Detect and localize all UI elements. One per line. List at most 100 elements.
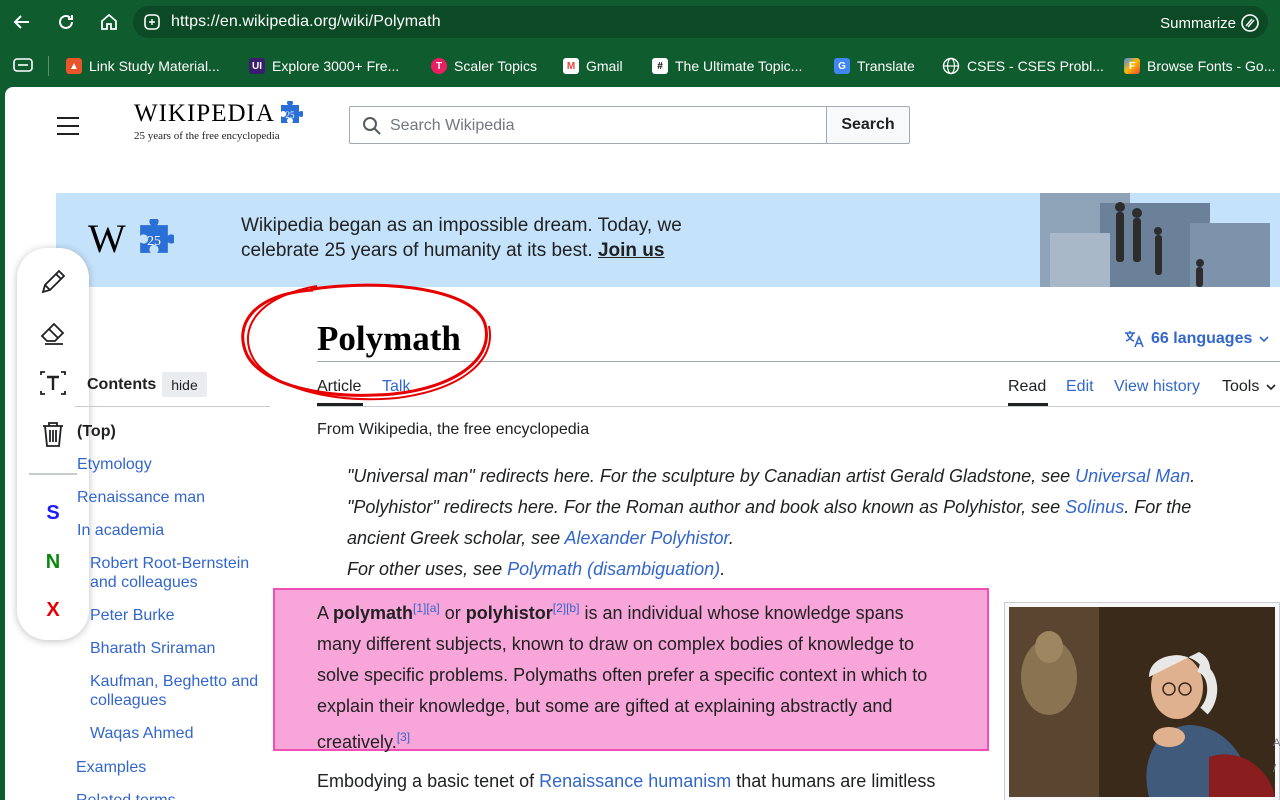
hatnote-period: . (720, 559, 726, 579)
address-bar[interactable]: https://en.wikipedia.org/wiki/Polymath S… (133, 6, 1268, 38)
toc-item-kaufman[interactable]: Kaufman, Beghetto and colleagues (90, 672, 270, 710)
gmail-icon: M (563, 58, 579, 74)
toc-item-in-academia[interactable]: In academia (77, 521, 164, 540)
caption-edge-text: / (1273, 763, 1277, 775)
red-circle-annotation (241, 283, 492, 401)
summarize-label: Summarize (1160, 14, 1236, 32)
hatnote-period: . (728, 528, 734, 548)
n-button[interactable]: N (17, 551, 89, 574)
toc-item-peter-burke[interactable]: Peter Burke (90, 606, 174, 625)
search-placeholder: Search Wikipedia (390, 117, 515, 134)
tools-menu[interactable]: Tools (1222, 378, 1277, 396)
bookmark-label: Browse Fonts - Go... (1147, 58, 1276, 74)
lead-line-1: A polymath[1][a] or polyhistor[2][b] is … (317, 593, 977, 629)
tab-edit[interactable]: Edit (1066, 378, 1094, 396)
bookmark-explore[interactable]: UI Explore 3000+ Fre... (249, 56, 399, 76)
eraser-tool[interactable] (35, 314, 71, 350)
ref-3[interactable]: [3] (397, 730, 410, 744)
tools-label: Tools (1222, 378, 1260, 395)
lead-text: or (439, 603, 466, 623)
search-icon (363, 117, 381, 135)
term-polyhistor: polyhistor (465, 603, 553, 623)
tab-read[interactable]: Read (1008, 378, 1046, 396)
toc-item-top[interactable]: (Top) (77, 422, 116, 441)
lead-line-2: many different subjects, known to draw o… (317, 634, 915, 654)
hatnote-text: . For the (1124, 497, 1192, 517)
toc-item-renaissance-man[interactable]: Renaissance man (77, 488, 205, 507)
lead-text: A (317, 603, 334, 623)
browser-toolbar: https://en.wikipedia.org/wiki/Polymath S… (0, 0, 1280, 44)
toc-item-sriraman[interactable]: Bharath Sriraman (90, 639, 215, 658)
toolbar-divider (29, 473, 77, 475)
disambiguation-link[interactable]: Polymath (disambiguation) (507, 559, 720, 579)
svg-text:25: 25 (147, 233, 161, 248)
join-us-link[interactable]: Join us (598, 240, 665, 261)
toc-item-waqas-ahmed[interactable]: Waqas Ahmed (90, 724, 193, 743)
toc-hide-button[interactable]: hide (162, 372, 207, 397)
bookmark-gmail[interactable]: M Gmail (563, 56, 623, 76)
solinus-link[interactable]: Solinus (1065, 497, 1124, 517)
bookmark-scaler[interactable]: T Scaler Topics (431, 56, 537, 76)
hatnote-text: For other uses, see (347, 559, 508, 579)
url-text[interactable]: https://en.wikipedia.org/wiki/Polymath (171, 13, 441, 31)
translate-icon (1125, 331, 1144, 348)
svg-text:25: 25 (285, 110, 295, 120)
bookmark-link-study[interactable]: ▲ Link Study Material... (66, 56, 220, 76)
bookmark-translate[interactable]: G Translate (834, 56, 915, 76)
chevron-down-icon (1266, 384, 1276, 391)
toc-item-etymology[interactable]: Etymology (77, 455, 152, 474)
bookmark-fonts[interactable]: F Browse Fonts - Go... (1124, 56, 1275, 76)
home-button[interactable] (95, 8, 123, 36)
lead-text: creatively. (317, 732, 397, 752)
bookmarks-bar: ▲ Link Study Material... UI Explore 3000… (0, 44, 1280, 86)
main-menu-button[interactable] (57, 117, 79, 135)
language-selector[interactable]: 66 languages (1123, 329, 1270, 349)
scaler-icon: T (431, 58, 447, 74)
hatnote-text: ancient Greek scholar, see (347, 528, 565, 548)
reload-icon (59, 14, 73, 29)
search-button[interactable]: Search (826, 106, 910, 144)
lead-paragraph: A polymath[1][a] or polyhistor[2][b] is … (317, 593, 977, 758)
bookmark-label: Gmail (586, 58, 623, 74)
site-info-icon[interactable] (143, 13, 161, 31)
bookmark-ultimate[interactable]: # The Ultimate Topic... (652, 56, 802, 76)
back-button[interactable] (8, 8, 36, 36)
hatnote-period: . (1190, 466, 1196, 486)
x-button[interactable]: X (17, 599, 89, 622)
hatnote-greek-scholar: ancient Greek scholar, see Alexander Pol… (347, 523, 1257, 554)
languages-label: 66 languages (1151, 330, 1253, 347)
sidebar-toggle-icon[interactable] (12, 56, 34, 74)
toc-item-related-terms[interactable]: Related terms (76, 791, 176, 800)
fonts-icon: F (1124, 58, 1140, 74)
alexander-polyhistor-link[interactable]: Alexander Polyhistor (564, 528, 728, 548)
bookmark-cses[interactable]: CSES - CSES Probl... (942, 56, 1104, 76)
hatnote-text: "Polyhistor" redirects here. For the Rom… (347, 497, 1066, 517)
wordmark: WIKIPEDIA (134, 100, 275, 127)
renaissance-humanism-link[interactable]: Renaissance humanism (539, 771, 731, 791)
tagline: 25 years of the free encyclopedia (134, 130, 280, 142)
lead-line-3: solve specific problems. Polymaths often… (317, 665, 928, 685)
puzzle-25-icon: 25 (280, 101, 303, 123)
reload-button[interactable] (52, 8, 80, 36)
universal-man-link[interactable]: Universal Man (1075, 466, 1190, 486)
text-tool[interactable] (35, 365, 71, 401)
infobox-image[interactable] (1004, 602, 1280, 800)
toc-item-root-bernstein[interactable]: Robert Root-Bernstein and colleagues (90, 554, 270, 592)
toc-item-examples[interactable]: Examples (76, 758, 146, 777)
hatnote-disambiguation: For other uses, see Polymath (disambigua… (347, 554, 1257, 585)
copilot-icon (1241, 14, 1259, 32)
summarize-button[interactable]: Summarize (1160, 13, 1260, 33)
tab-view-history[interactable]: View history (1114, 378, 1200, 396)
hatnote-universal-man: "Universal man" redirects here. For the … (347, 461, 1257, 492)
banner-w25-logo: W 25 (88, 215, 174, 262)
bookmark-label: The Ultimate Topic... (675, 58, 803, 74)
ref-2-b[interactable]: [2][b] (553, 601, 580, 615)
clear-tool[interactable] (35, 416, 71, 452)
wikipedia-logo[interactable]: WIKIPEDIA 25 25 years of the free encycl… (134, 100, 303, 142)
puzzle-icon: 25 (140, 219, 174, 253)
pencil-tool[interactable] (35, 264, 71, 300)
term-polymath: polymath (333, 603, 414, 623)
search-input[interactable]: Search Wikipedia (349, 106, 827, 144)
lead-line-4: explain their knowledge, but some are gi… (317, 696, 893, 716)
ref-1-a[interactable]: [1][a] (413, 601, 440, 615)
